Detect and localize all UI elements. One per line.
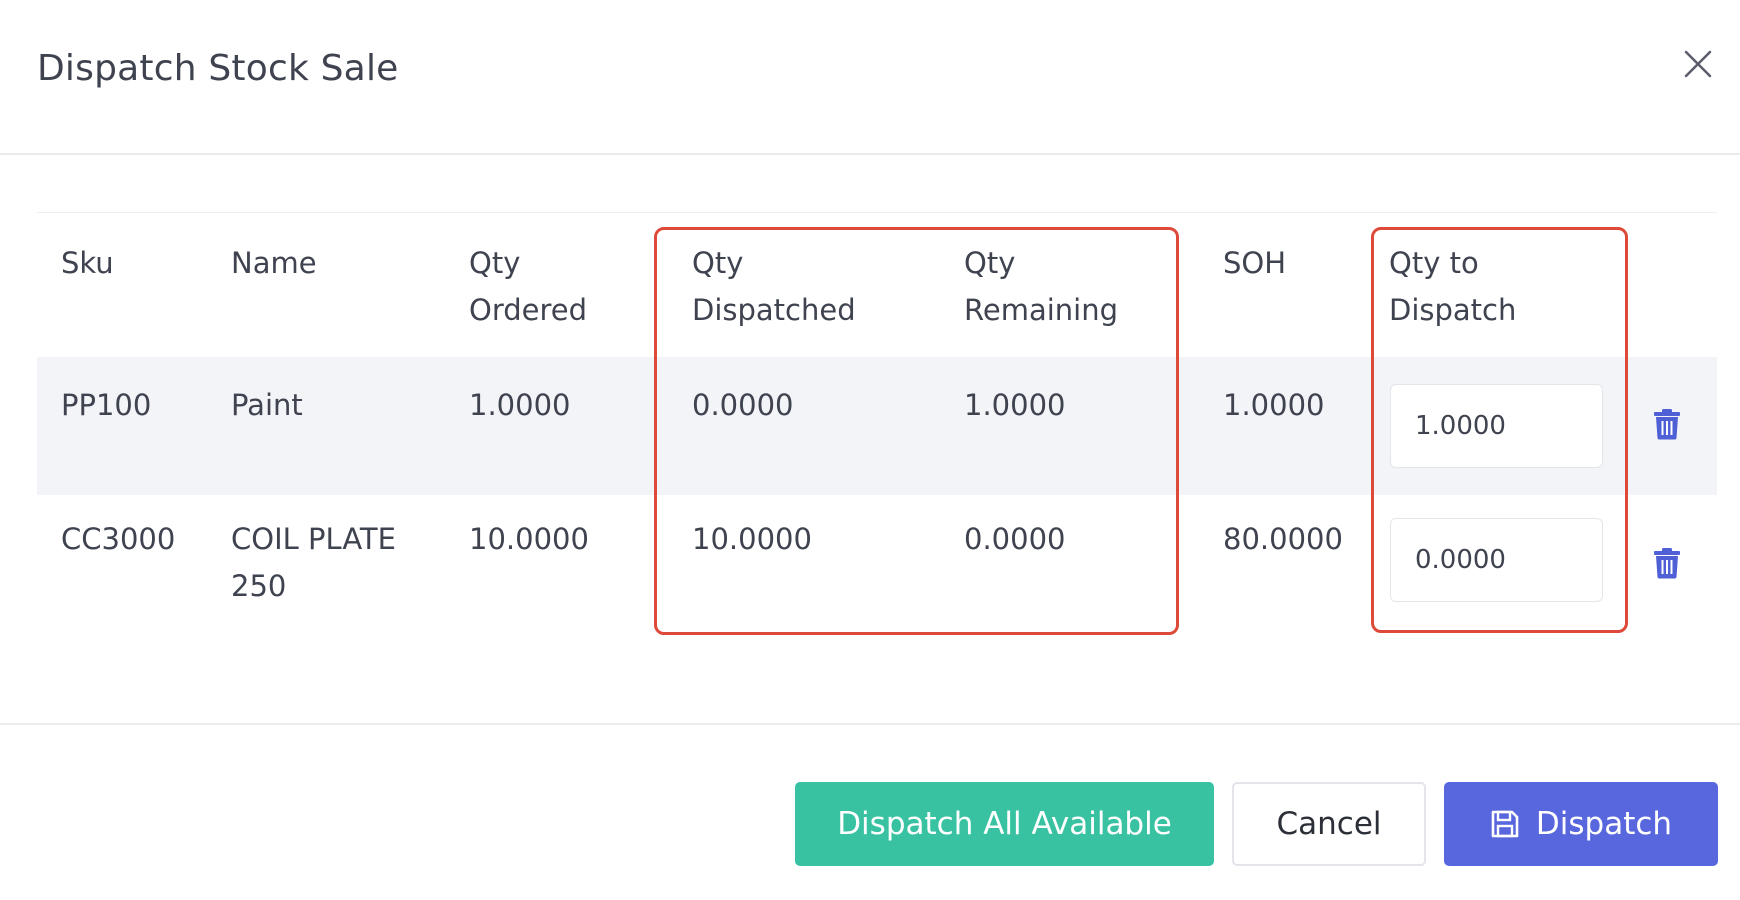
dispatch-stock-sale-modal: Dispatch Stock Sale Sku Name Qty Ordered… xyxy=(0,0,1740,900)
cancel-button[interactable]: Cancel xyxy=(1232,782,1426,866)
cell-qty-dispatched: 10.0000 xyxy=(692,522,812,556)
cell-soh: 1.0000 xyxy=(1223,388,1325,422)
cell-qty-remaining: 1.0000 xyxy=(964,388,1066,422)
header-qty-to-dispatch: Qty to Dispatch xyxy=(1389,246,1517,327)
cell-sku: CC3000 xyxy=(61,522,176,556)
cell-qty-ordered: 10.0000 xyxy=(469,522,589,556)
dispatch-button-label: Dispatch xyxy=(1535,806,1673,842)
cell-qty-remaining: 0.0000 xyxy=(964,522,1066,556)
cell-soh: 80.0000 xyxy=(1223,522,1343,556)
cell-name: COIL PLATE 250 xyxy=(231,522,396,603)
table-divider xyxy=(37,212,1717,213)
modal-header: Dispatch Stock Sale xyxy=(0,0,1740,155)
header-sku: Sku xyxy=(61,246,114,280)
header-qty-dispatched: Qty Dispatched xyxy=(692,246,856,327)
header-name: Name xyxy=(231,246,317,280)
close-button[interactable] xyxy=(1676,42,1720,86)
save-icon xyxy=(1491,810,1519,838)
header-qty-remaining: Qty Remaining xyxy=(964,246,1118,327)
trash-icon xyxy=(1654,548,1680,579)
cell-sku: PP100 xyxy=(61,388,152,422)
cell-qty-dispatched: 0.0000 xyxy=(692,388,794,422)
dispatch-all-available-button[interactable]: Dispatch All Available xyxy=(795,782,1214,866)
header-qty-ordered: Qty Ordered xyxy=(469,246,588,327)
header-soh: SOH xyxy=(1223,246,1287,280)
delete-row-button[interactable] xyxy=(1653,547,1681,579)
dispatch-button[interactable]: Dispatch xyxy=(1444,782,1718,866)
trash-icon xyxy=(1654,409,1680,440)
modal-title: Dispatch Stock Sale xyxy=(37,48,399,89)
footer-divider xyxy=(0,723,1740,725)
qty-to-dispatch-input[interactable] xyxy=(1390,518,1603,602)
qty-to-dispatch-input[interactable] xyxy=(1390,384,1603,468)
delete-row-button[interactable] xyxy=(1653,408,1681,440)
close-icon xyxy=(1684,50,1712,78)
cell-qty-ordered: 1.0000 xyxy=(469,388,571,422)
cell-name: Paint xyxy=(231,388,303,422)
